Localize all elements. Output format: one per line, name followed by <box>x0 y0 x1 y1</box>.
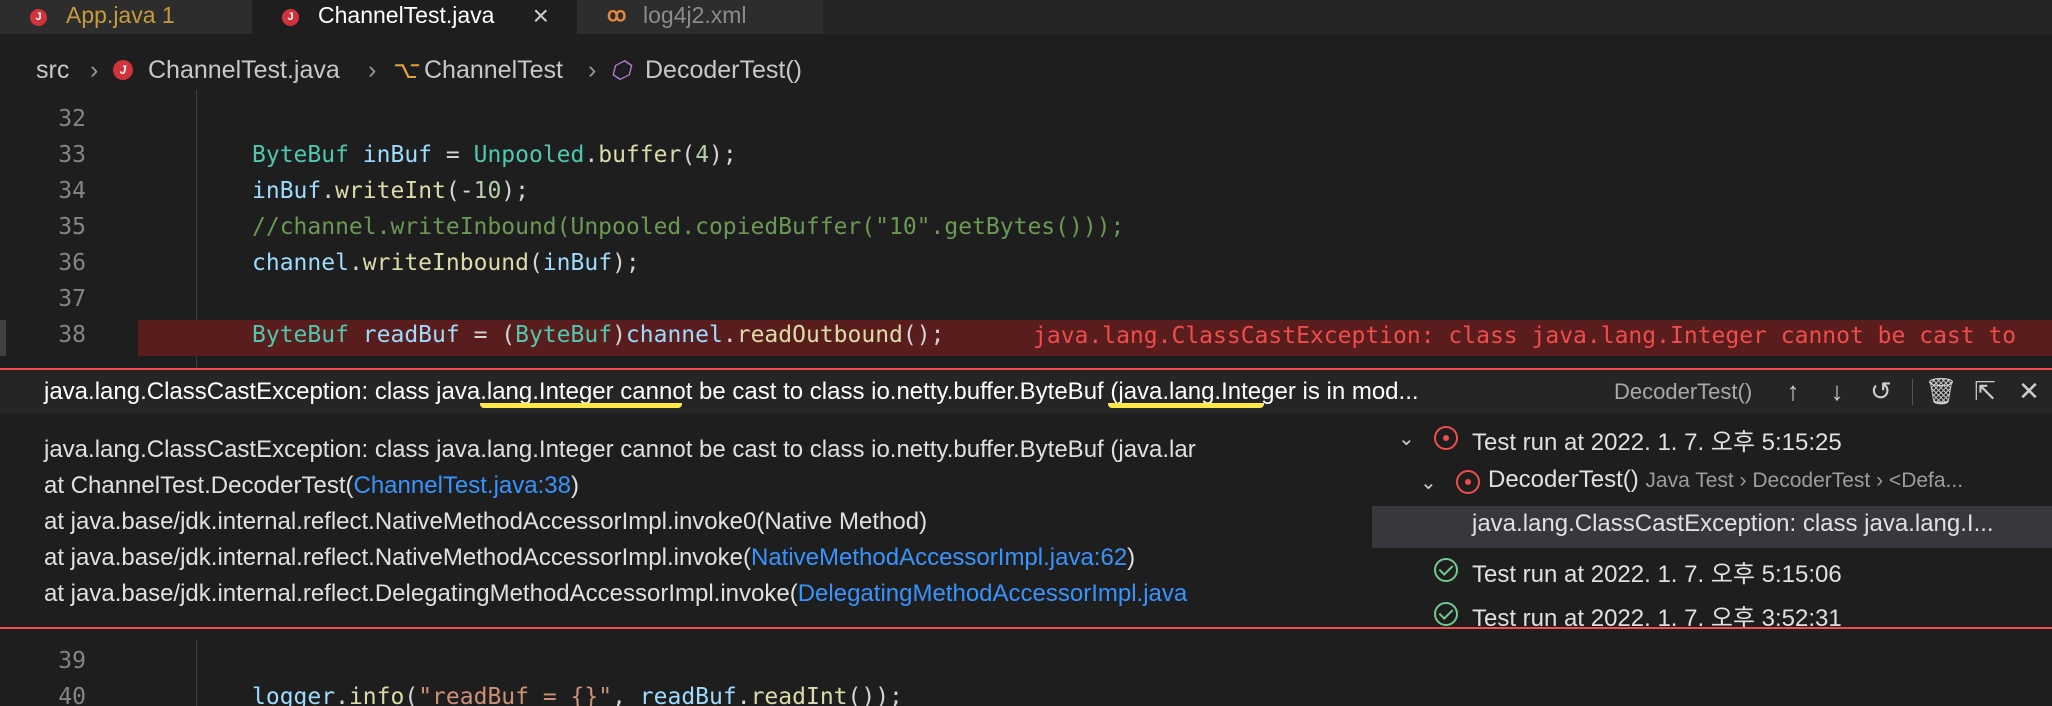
open-external-icon[interactable]: ⇱ <box>1968 376 2002 407</box>
arrow-down-icon[interactable]: ↓ <box>1820 376 1854 407</box>
error-status-icon <box>1434 426 1458 450</box>
stack-line: at java.base/jdk.internal.reflect.Delega… <box>44 580 1188 607</box>
tab-label: ChannelTest.java <box>318 2 495 28</box>
line-number: 36 <box>58 250 86 276</box>
tab-log4j2-xml[interactable]: ꝏ log4j2.xml <box>577 0 823 34</box>
line-number: 37 <box>58 286 86 312</box>
line-number: 40 <box>58 684 86 706</box>
tab-bar: J App.java 1 J ChannelTest.java × ꝏ log4… <box>0 0 2052 34</box>
java-file-icon: J <box>282 9 299 26</box>
xml-file-icon: ꝏ <box>607 5 627 26</box>
inline-error-message: java.lang.ClassCastException: class java… <box>1033 323 2017 349</box>
line-number: 38 <box>58 322 86 348</box>
stack-line: at java.base/jdk.internal.reflect.Native… <box>44 508 928 535</box>
tab-label: App.java 1 <box>66 2 175 28</box>
peek-header: java.lang.ClassCastException: class java… <box>0 370 2052 414</box>
stack-line: java.lang.ClassCastException: class java… <box>44 436 1196 463</box>
trash-icon[interactable]: 🗑 <box>1924 376 1958 407</box>
annotation-underline <box>480 384 682 408</box>
source-link[interactable]: ChannelTest.java:38 <box>354 472 571 499</box>
tab-label: log4j2.xml <box>643 2 747 28</box>
source-link[interactable]: DelegatingMethodAccessorImpl.java <box>798 580 1188 607</box>
code-line-34: inBuf.writeInt(-10); <box>252 178 529 204</box>
source-link[interactable]: NativeMethodAccessorImpl.java:62 <box>751 544 1127 571</box>
line-number: 39 <box>58 648 86 674</box>
chevron-down-icon[interactable]: ⌄ <box>1398 426 1415 451</box>
code-line-35: //channel.writeInbound(Unpooled.copiedBu… <box>252 214 1125 240</box>
stack-trace[interactable]: java.lang.ClassCastException: class java… <box>0 414 1350 628</box>
code-line-40: logger.info("readBuf = {}", readBuf.read… <box>252 684 903 706</box>
stack-line: at java.base/jdk.internal.reflect.Native… <box>44 544 1136 571</box>
line-number: 33 <box>58 142 86 168</box>
tree-item-test-run[interactable]: Test run at 2022. 1. 7. 오후 3:52:31 <box>1372 594 2052 628</box>
chevron-right-icon: › <box>90 56 99 84</box>
breadcrumb-method[interactable]: DecoderTest() <box>645 56 802 85</box>
chevron-down-icon[interactable]: ⌄ <box>1420 470 1437 495</box>
breadcrumb: src › J ChannelTest.java › ⌥ ChannelTest… <box>0 50 2052 90</box>
line-number: 35 <box>58 214 86 240</box>
class-icon: ⌥ <box>390 57 418 84</box>
tree-item-exception[interactable]: java.lang.ClassCastException: class java… <box>1372 506 2052 548</box>
code-line-38: ByteBuf readBuf = (ByteBuf)channel.readO… <box>252 322 945 348</box>
code-line-33: ByteBuf inBuf = Unpooled.buffer(4); <box>252 142 737 168</box>
annotation-underline <box>1108 384 1264 408</box>
method-icon: ⬡ <box>610 57 631 84</box>
indent-guide <box>196 640 197 706</box>
java-file-icon: J <box>30 9 47 26</box>
passed-status-icon <box>1434 602 1458 626</box>
line-number: 32 <box>58 106 86 132</box>
close-icon[interactable]: × <box>533 0 549 32</box>
toolbar-separator <box>1912 379 1913 405</box>
arrow-up-icon[interactable]: ↑ <box>1776 376 1810 407</box>
line-number: 34 <box>58 178 86 204</box>
peek-subtitle: DecoderTest() <box>1614 379 1753 404</box>
passed-status-icon <box>1434 558 1458 582</box>
peek-body: java.lang.ClassCastException: class java… <box>0 414 2052 628</box>
breadcrumb-file[interactable]: ChannelTest.java <box>148 56 340 85</box>
tree-item-test-method[interactable]: ⌄ DecoderTest() Java Test › DecoderTest … <box>1372 462 2052 504</box>
test-results-tree: ⌄ Test run at 2022. 1. 7. 오후 5:15:25 ⌄ D… <box>1372 414 2052 628</box>
code-line-36: channel.writeInbound(inBuf); <box>252 250 640 276</box>
java-file-icon: J <box>113 60 133 80</box>
close-icon[interactable]: ✕ <box>2012 376 2046 407</box>
error-status-icon <box>1456 470 1480 494</box>
breadcrumb-src[interactable]: src <box>36 56 69 85</box>
stack-line: at ChannelTest.DecoderTest(ChannelTest.j… <box>44 472 579 499</box>
chevron-right-icon: › <box>368 56 377 84</box>
history-icon[interactable]: ↺ <box>1864 376 1898 407</box>
tree-item-test-run[interactable]: ⌄ Test run at 2022. 1. 7. 오후 5:15:25 <box>1372 418 2052 460</box>
tree-item-test-run[interactable]: Test run at 2022. 1. 7. 오후 5:15:06 <box>1372 550 2052 592</box>
chevron-right-icon: › <box>588 56 597 84</box>
breadcrumb-class[interactable]: ChannelTest <box>424 56 563 85</box>
tab-app-java[interactable]: J App.java 1 <box>0 0 252 34</box>
peek-border <box>0 627 2052 629</box>
tab-channeltest-java[interactable]: J ChannelTest.java × <box>252 0 577 34</box>
